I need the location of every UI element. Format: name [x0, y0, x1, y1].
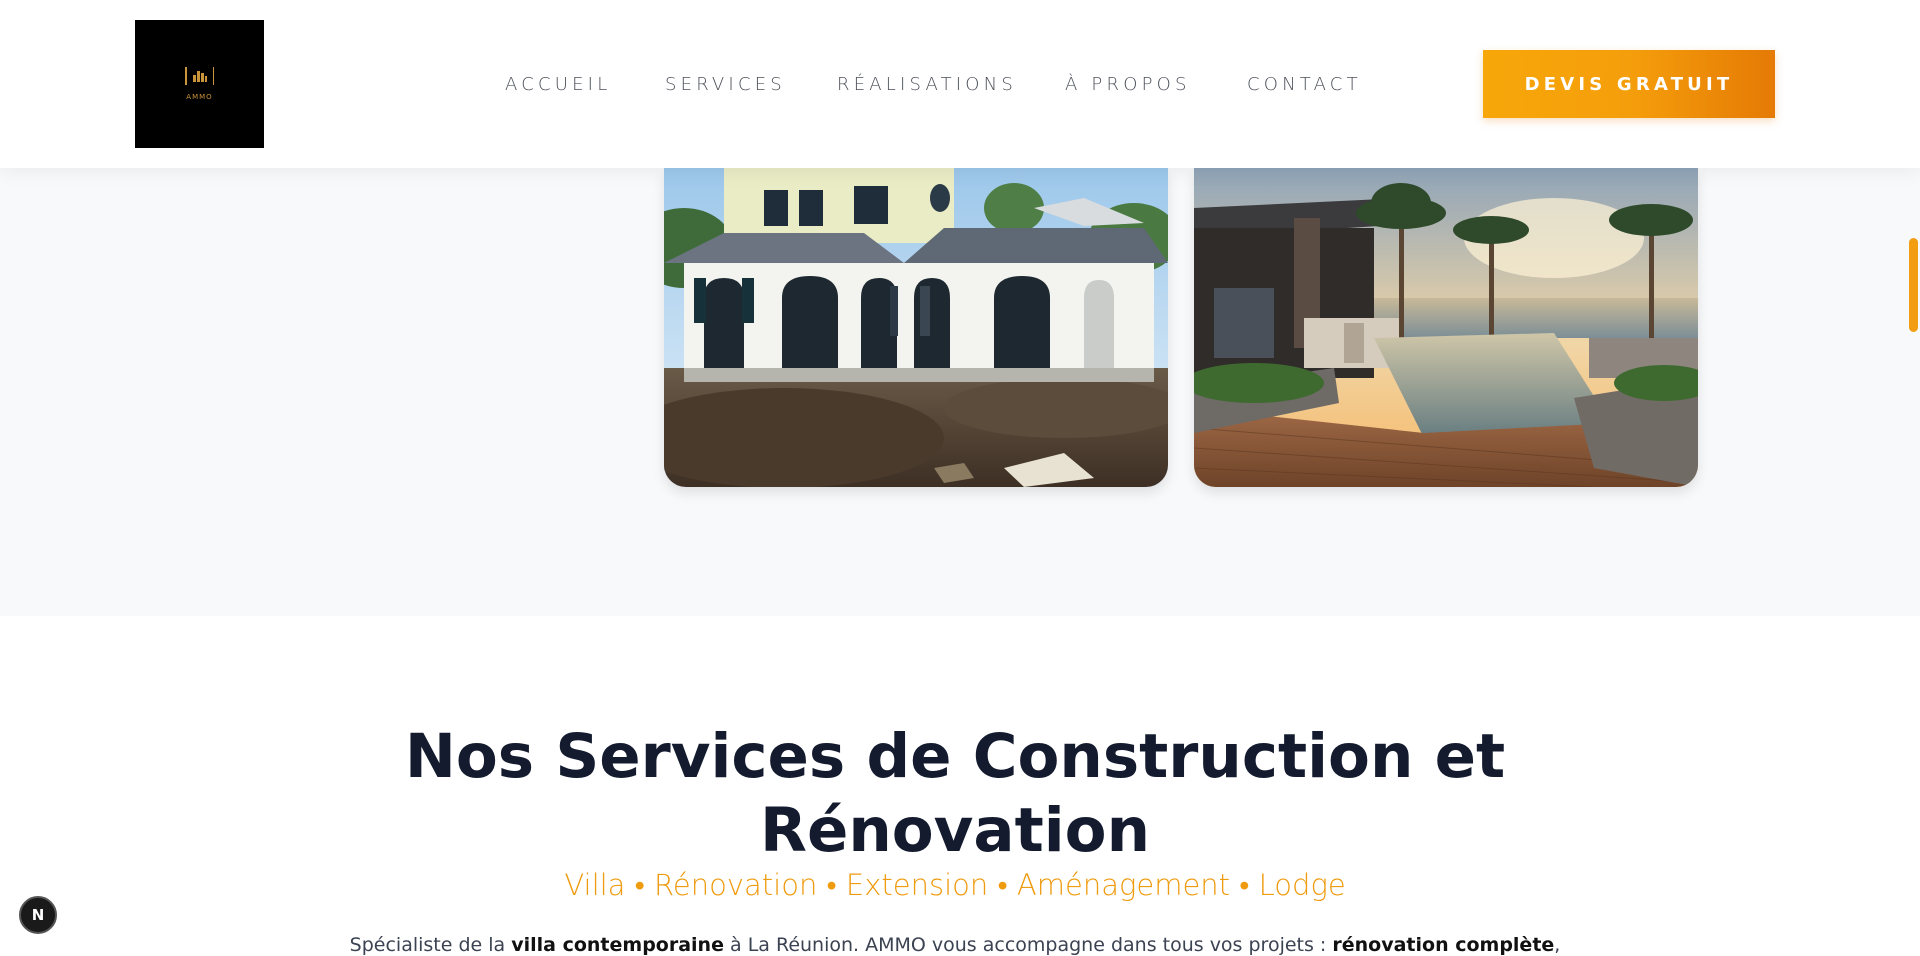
- villa-construction-image[interactable]: [664, 168, 1168, 487]
- services-title-line2: Rénovation: [759, 795, 1150, 866]
- scrollbar-thumb[interactable]: [1909, 238, 1918, 332]
- gallery-section: [0, 168, 1920, 616]
- services-subtitle: Villa • Rénovation • Extension • Aménage…: [564, 868, 1346, 902]
- devis-gratuit-button[interactable]: DEVIS GRATUIT: [1483, 50, 1775, 118]
- nav-a-propos[interactable]: À PROPOS: [1065, 74, 1191, 95]
- villa-piscine-image[interactable]: [1194, 168, 1698, 487]
- nav-contact[interactable]: CONTACT: [1247, 74, 1362, 95]
- nav-realisations[interactable]: RÉALISATIONS: [837, 74, 1017, 95]
- nav-services[interactable]: SERVICES: [665, 74, 786, 95]
- services-title: Nos Services de Construction et Rénovati…: [0, 720, 1910, 868]
- nav-accueil[interactable]: ACCUEIL: [505, 74, 611, 95]
- logo-text: AMMO: [186, 93, 213, 101]
- nextjs-dev-badge[interactable]: N: [19, 896, 57, 934]
- services-section: Nos Services de Construction et Rénovati…: [0, 616, 1920, 956]
- services-title-line1: Nos Services de Construction et: [404, 721, 1506, 792]
- site-header: AMMO ACCUEIL SERVICES RÉALISATIONS À PRO…: [0, 0, 1920, 168]
